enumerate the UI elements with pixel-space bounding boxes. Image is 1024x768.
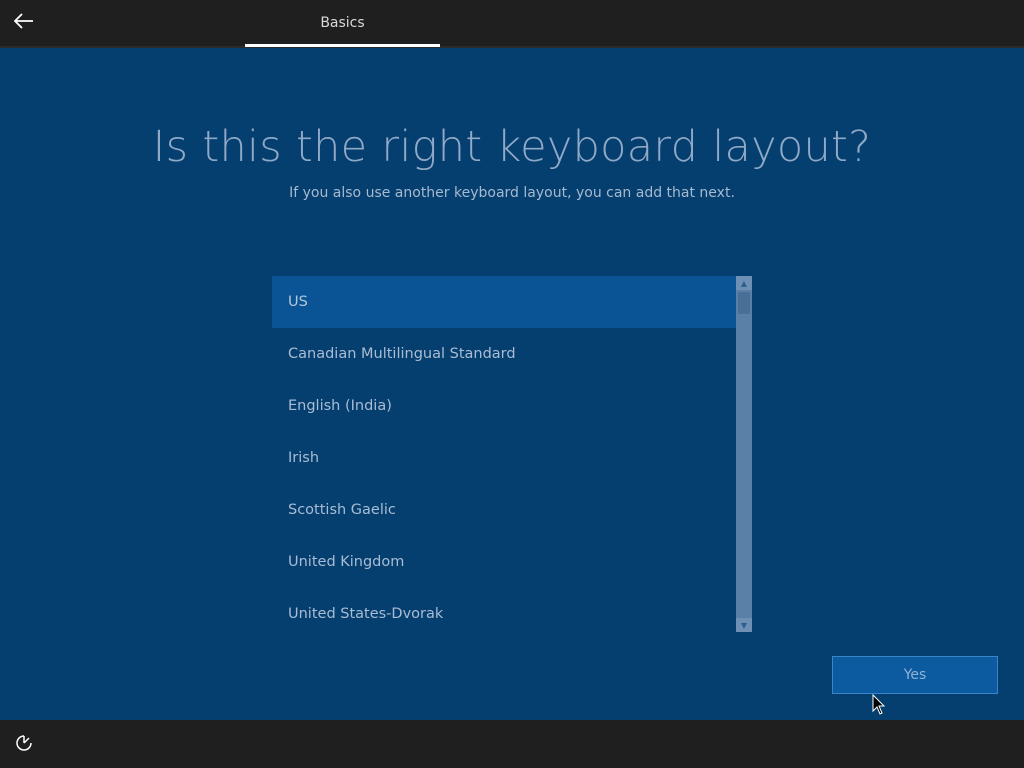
list-item-label: Scottish Gaelic: [288, 502, 396, 518]
list-item-label: English (India): [288, 398, 392, 414]
top-bar-divider: [0, 46, 1024, 48]
yes-button[interactable]: Yes: [832, 656, 998, 694]
yes-button-label: Yes: [903, 667, 927, 683]
keyboard-layout-list[interactable]: US Canadian Multilingual Standard Englis…: [272, 276, 736, 632]
back-button[interactable]: [8, 6, 40, 40]
scrollbar-thumb[interactable]: [738, 292, 750, 314]
list-item-us[interactable]: US: [272, 276, 736, 328]
list-item-united-states-dvorak[interactable]: United States-Dvorak: [272, 588, 736, 632]
tab-basics-label: Basics: [320, 15, 365, 31]
list-item-scottish-gaelic[interactable]: Scottish Gaelic: [272, 484, 736, 536]
list-item-label: United Kingdom: [288, 554, 405, 570]
list-item-irish[interactable]: Irish: [272, 432, 736, 484]
ease-of-access-icon: [15, 734, 33, 756]
tab-active-indicator: [245, 44, 440, 47]
list-item-label: United States-Dvorak: [288, 606, 444, 622]
back-arrow-icon: [13, 13, 34, 33]
list-item-label: Canadian Multilingual Standard: [288, 346, 516, 362]
mouse-pointer-icon: [872, 693, 886, 716]
list-scrollbar[interactable]: ▲ ▼: [736, 276, 752, 632]
bottom-bar: [0, 720, 1024, 768]
tab-basics[interactable]: Basics: [245, 0, 440, 46]
page-subtitle: If you also use another keyboard layout,…: [289, 185, 735, 201]
list-item-english-india[interactable]: English (India): [272, 380, 736, 432]
list-item-canadian-multilingual-standard[interactable]: Canadian Multilingual Standard: [272, 328, 736, 380]
list-item-label: US: [288, 294, 308, 310]
list-item-united-kingdom[interactable]: United Kingdom: [272, 536, 736, 588]
ease-of-access-button[interactable]: [12, 733, 36, 757]
top-bar: [0, 0, 1024, 46]
list-item-label: Irish: [288, 450, 320, 466]
page-title: Is this the right keyboard layout?: [152, 122, 872, 172]
scroll-up-arrow-icon[interactable]: ▲: [736, 276, 752, 290]
scroll-down-arrow-icon[interactable]: ▼: [736, 618, 752, 632]
